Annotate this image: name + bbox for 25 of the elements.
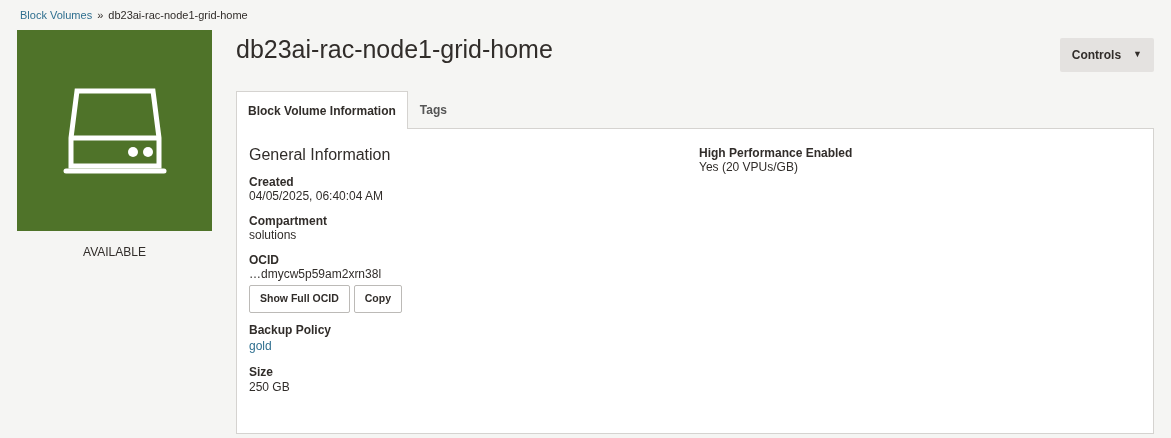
field-value: 250 GB [249, 379, 291, 395]
field-label: Size [249, 365, 274, 380]
field-link[interactable]: gold [249, 339, 272, 354]
field-value: solutions [249, 228, 298, 243]
field-value: 04/05/2025, 06:40:04 AM [249, 189, 385, 204]
copy-button[interactable]: Copy [353, 285, 402, 314]
field-label: Created [249, 175, 295, 190]
field-label: High Performance Enabled [699, 146, 853, 161]
caret-icon: ▼ [1133, 48, 1142, 62]
breadcrumb-link[interactable]: Block Volumes [20, 6, 93, 24]
breadcrumb-separator: » [97, 7, 104, 23]
disk-drive-icon [62, 87, 167, 174]
breadcrumb-current: db23ai-rac-node1-grid-home [108, 7, 248, 23]
field-label: Compartment [249, 213, 328, 229]
status-label: AVAILABLE [82, 244, 147, 261]
page-title: db23ai-rac-node1-grid-home [236, 34, 553, 64]
tab[interactable]: Tags [407, 91, 459, 128]
section-heading: General Information [249, 145, 392, 165]
field-value: …dmycw5p59am2xrn38l [249, 266, 383, 282]
field-label: Backup Policy [249, 323, 333, 338]
controls-button[interactable]: Controls ▼ [1059, 38, 1154, 72]
show-ocid-button[interactable]: Show Full OCID [249, 285, 350, 314]
field-value: Yes (20 VPUs/GB) [699, 160, 799, 175]
field-label: OCID [249, 252, 280, 267]
tab[interactable]: Block Volume Information [236, 91, 408, 129]
